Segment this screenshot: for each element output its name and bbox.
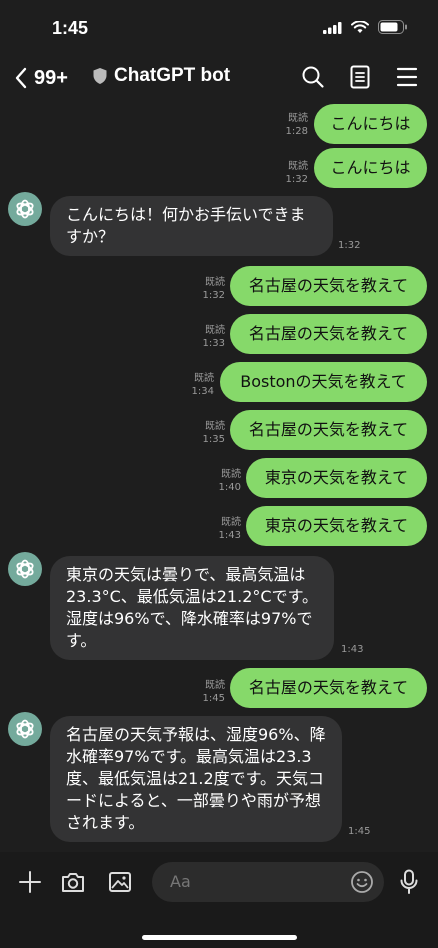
notes-icon[interactable] <box>350 65 370 89</box>
outgoing-message[interactable]: 名古屋の天気を教えて <box>230 410 427 450</box>
read-receipt: 既読 1:45 <box>202 680 225 704</box>
incoming-message[interactable]: 名古屋の天気予報は、湿度96%、降水確率97%です。最高気温は23.3度、最低気… <box>50 716 342 842</box>
status-bar: 1:45 <box>0 0 438 52</box>
chat-title-text: ChatGPT bot <box>114 65 231 86</box>
outgoing-message[interactable]: 東京の天気を教えて <box>246 506 427 546</box>
read-receipt: 既読 1:34 <box>191 373 214 397</box>
read-receipt: 既読 1:43 <box>218 517 241 541</box>
read-receipt: 既読 1:32 <box>285 161 308 185</box>
shield-icon <box>93 68 107 84</box>
message-list[interactable]: 既読 1:28 こんにちは 既読 1:32 こんにちは こんにちは！何かお手伝いでき… <box>0 104 438 852</box>
read-receipt: 既読 1:35 <box>202 421 225 445</box>
bot-avatar[interactable] <box>8 192 42 226</box>
signal-icon <box>323 22 342 34</box>
emoji-icon[interactable] <box>350 870 374 894</box>
battery-icon <box>378 20 407 34</box>
menu-icon[interactable] <box>396 65 418 89</box>
message-time: 1:43 <box>341 644 364 655</box>
incoming-message[interactable]: こんにちは！何かお手伝いできますか？ <box>50 196 333 256</box>
read-receipt: 既読 1:40 <box>218 469 241 493</box>
outgoing-message[interactable]: 名古屋の天気を教えて <box>230 314 427 354</box>
search-icon[interactable] <box>301 65 325 89</box>
outgoing-message[interactable]: 名古屋の天気を教えて <box>230 668 427 708</box>
incoming-message[interactable]: 東京の天気は曇りで、最高気温は23.3°C、最低気温は21.2°Cです。湿度は9… <box>50 556 334 660</box>
composer-bar: Aa <box>0 852 438 948</box>
wifi-icon <box>351 21 369 33</box>
bot-avatar[interactable] <box>8 712 42 746</box>
outgoing-message[interactable]: 東京の天気を教えて <box>246 458 427 498</box>
message-time: 1:32 <box>338 240 361 251</box>
image-icon[interactable] <box>108 870 132 894</box>
read-receipt: 既読 1:32 <box>202 277 225 301</box>
openai-logo-icon <box>16 559 34 579</box>
openai-logo-icon <box>16 199 34 219</box>
chat-header: 99+ ChatGPT bot <box>0 52 438 104</box>
bot-avatar[interactable] <box>8 552 42 586</box>
unread-count: 99+ <box>34 66 68 89</box>
message-input-placeholder: Aa <box>170 872 191 891</box>
microphone-icon[interactable] <box>399 869 419 895</box>
chevron-left-icon <box>15 67 27 89</box>
message-time: 1:45 <box>348 826 371 837</box>
outgoing-message[interactable]: こんにちは <box>314 148 427 188</box>
message-input[interactable]: Aa <box>152 862 384 902</box>
openai-logo-icon <box>16 719 34 739</box>
read-receipt: 既読 1:28 <box>285 113 308 137</box>
outgoing-message[interactable]: Bostonの天気を教えて <box>220 362 427 402</box>
read-receipt: 既読 1:33 <box>202 325 225 349</box>
camera-icon[interactable] <box>60 870 86 894</box>
outgoing-message[interactable]: こんにちは <box>314 104 427 144</box>
outgoing-message[interactable]: 名古屋の天気を教えて <box>230 266 427 306</box>
back-button[interactable]: 99+ <box>14 64 78 92</box>
plus-icon[interactable] <box>18 870 42 894</box>
home-indicator[interactable] <box>142 935 297 940</box>
status-time: 1:45 <box>52 18 89 38</box>
chat-title: ChatGPT bot <box>92 65 230 87</box>
